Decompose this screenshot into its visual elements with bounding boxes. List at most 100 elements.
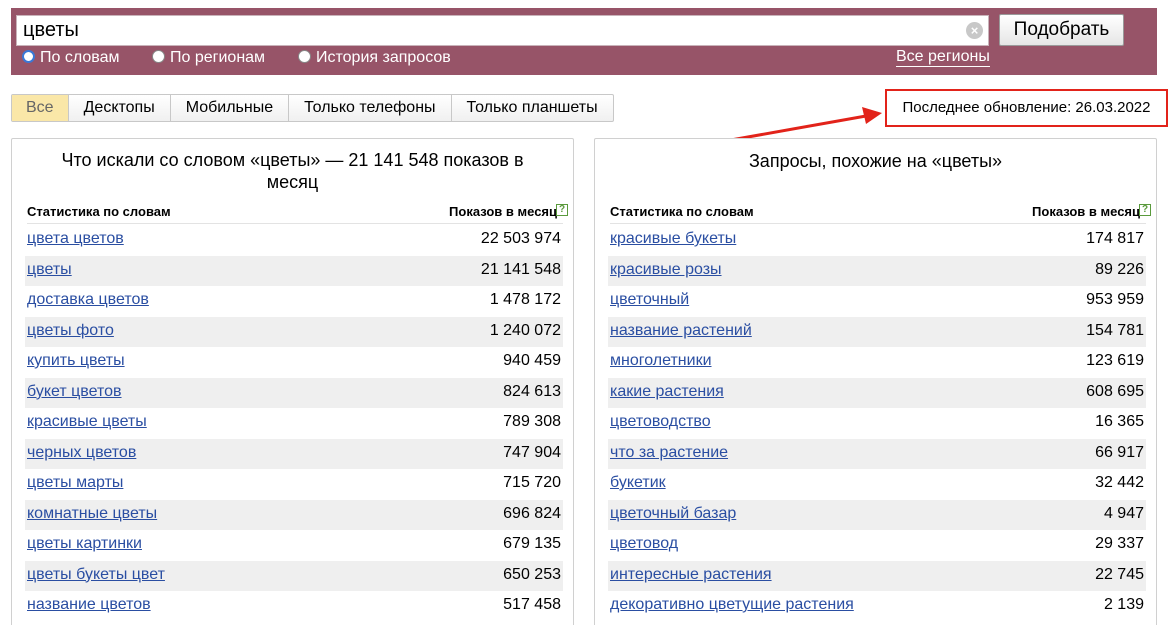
table-row: название цветов 517 458 <box>25 591 563 622</box>
keyword-link[interactable]: букет цветов <box>27 383 122 401</box>
keyword-link[interactable]: красивые розы <box>610 261 722 279</box>
keyword-link[interactable]: интересные растения <box>610 566 772 584</box>
column-header-count: Показов в месяц <box>1032 204 1140 219</box>
help-icon[interactable]: ? <box>1139 204 1151 216</box>
impressions-count: 679 135 <box>503 535 561 552</box>
word-stats-table: цвета цветов 22 503 974 цветы 21 141 548 дос… <box>25 225 563 622</box>
keyword-link[interactable]: цветы букеты цвет <box>27 566 165 584</box>
column-header-word: Статистика по словам <box>27 204 171 219</box>
keyword-link[interactable]: цветы марты <box>27 474 123 492</box>
tab-mobile[interactable]: Мобильные <box>171 95 290 121</box>
table-header: Статистика по словам Показов в месяц ? <box>27 204 568 224</box>
table-row: комнатные цветы 696 824 <box>25 499 563 530</box>
radio-icon <box>152 50 165 63</box>
keyword-link[interactable]: цветовод <box>610 535 678 553</box>
keyword-link[interactable]: цветочный базар <box>610 505 736 523</box>
table-row: декоративно цветущие растения 2 139 <box>608 591 1146 622</box>
table-row: цветы марты 715 720 <box>25 469 563 500</box>
keyword-link[interactable]: черных цветов <box>27 444 136 462</box>
keyword-link[interactable]: название цветов <box>27 596 151 614</box>
impressions-count: 789 308 <box>503 413 561 430</box>
table-row: черных цветов 747 904 <box>25 438 563 469</box>
keyword-link[interactable]: цветы фото <box>27 322 114 340</box>
impressions-count: 824 613 <box>503 382 561 400</box>
keyword-link[interactable]: купить цветы <box>27 352 125 370</box>
table-row: букет цветов 824 613 <box>25 377 563 408</box>
table-row: купить цветы 940 459 <box>25 347 563 378</box>
clear-icon[interactable]: × <box>966 22 983 39</box>
header-arrow-tip <box>1145 8 1157 74</box>
table-row: многолетники 123 619 <box>608 347 1146 378</box>
column-header-count: Показов в месяц <box>449 204 557 219</box>
table-row: цветы фото 1 240 072 <box>25 316 563 347</box>
keyword-link[interactable]: цветы <box>27 261 72 279</box>
impressions-count: 517 458 <box>503 596 561 613</box>
submit-button[interactable]: Подобрать <box>999 14 1124 46</box>
tab-tablets-only[interactable]: Только планшеты <box>452 95 613 121</box>
keyword-link[interactable]: цвета цветов <box>27 230 124 248</box>
impressions-count: 650 253 <box>503 565 561 583</box>
keyword-link[interactable]: букетик <box>610 474 666 492</box>
word-stats-panel: Что искали со словом «цветы» — 21 141 54… <box>11 138 574 625</box>
table-row: цветочный 953 959 <box>608 286 1146 317</box>
keyword-link[interactable]: красивые букеты <box>610 230 736 248</box>
keyword-link[interactable]: цветочный <box>610 291 689 309</box>
tab-all[interactable]: Все <box>12 95 69 121</box>
tab-phones-only[interactable]: Только телефоны <box>289 95 452 121</box>
table-row: какие растения 608 695 <box>608 377 1146 408</box>
impressions-count: 1 240 072 <box>489 321 561 339</box>
table-row: доставка цветов 1 478 172 <box>25 286 563 317</box>
impressions-count: 22 503 974 <box>480 230 561 247</box>
tab-desktop[interactable]: Десктопы <box>69 95 171 121</box>
impressions-count: 747 904 <box>503 443 561 461</box>
similar-queries-panel: Запросы, похожие на «цветы» Статистика п… <box>594 138 1157 625</box>
keyword-link[interactable]: декоративно цветущие растения <box>610 596 854 614</box>
impressions-count: 89 226 <box>1095 260 1144 278</box>
column-header-word: Статистика по словам <box>610 204 754 219</box>
impressions-count: 16 365 <box>1095 413 1144 430</box>
keyword-link[interactable]: какие растения <box>610 383 724 401</box>
impressions-count: 123 619 <box>1086 352 1144 369</box>
device-tabs: Все Десктопы Мобильные Только телефоны Т… <box>11 94 614 122</box>
panel-title: Что искали со словом «цветы» — 21 141 54… <box>61 150 524 192</box>
help-icon[interactable]: ? <box>556 204 568 216</box>
keyword-link[interactable]: цветоводство <box>610 413 711 431</box>
panel-title: Запросы, похожие на «цветы» <box>748 151 1003 171</box>
mode-radio-words[interactable]: По словам <box>22 49 119 67</box>
keyword-link[interactable]: комнатные цветы <box>27 505 157 523</box>
similar-queries-table: красивые букеты 174 817 красивые розы 89 22… <box>608 225 1146 622</box>
table-row: что за растение 66 917 <box>608 438 1146 469</box>
mode-radio-history[interactable]: История запросов <box>298 49 451 67</box>
table-row: красивые розы 89 226 <box>608 255 1146 286</box>
table-row: цветы 21 141 548 <box>25 255 563 286</box>
search-box[interactable]: × <box>16 15 989 46</box>
table-row: цветовод 29 337 <box>608 530 1146 561</box>
all-regions-link[interactable]: Все регионы <box>896 48 990 67</box>
table-row: цветы букеты цвет 650 253 <box>25 560 563 591</box>
impressions-count: 32 442 <box>1095 474 1144 491</box>
mode-radio-regions[interactable]: По регионам <box>152 49 265 67</box>
table-row: цветоводство 16 365 <box>608 408 1146 439</box>
impressions-count: 696 824 <box>503 504 561 522</box>
keyword-link[interactable]: красивые цветы <box>27 413 147 431</box>
keyword-link[interactable]: название растений <box>610 322 752 340</box>
impressions-count: 940 459 <box>503 352 561 369</box>
table-header: Статистика по словам Показов в месяц ? <box>610 204 1151 224</box>
impressions-count: 953 959 <box>1086 291 1144 308</box>
impressions-count: 29 337 <box>1095 535 1144 552</box>
last-update-note: Последнее обновление: 26.03.2022 <box>885 89 1168 127</box>
mode-label: История запросов <box>316 49 451 66</box>
table-row: цветочный базар 4 947 <box>608 499 1146 530</box>
impressions-count: 715 720 <box>503 474 561 491</box>
table-row: цветы картинки 679 135 <box>25 530 563 561</box>
keyword-link[interactable]: цветы картинки <box>27 535 142 553</box>
impressions-count: 2 139 <box>1103 596 1144 613</box>
keyword-link[interactable]: что за растение <box>610 444 728 462</box>
table-row: цвета цветов 22 503 974 <box>25 225 563 256</box>
table-row: интересные растения 22 745 <box>608 560 1146 591</box>
impressions-count: 21 141 548 <box>480 260 561 278</box>
keyword-link[interactable]: доставка цветов <box>27 291 149 309</box>
search-input[interactable] <box>23 18 953 43</box>
keyword-link[interactable]: многолетники <box>610 352 712 370</box>
impressions-count: 66 917 <box>1095 443 1144 461</box>
